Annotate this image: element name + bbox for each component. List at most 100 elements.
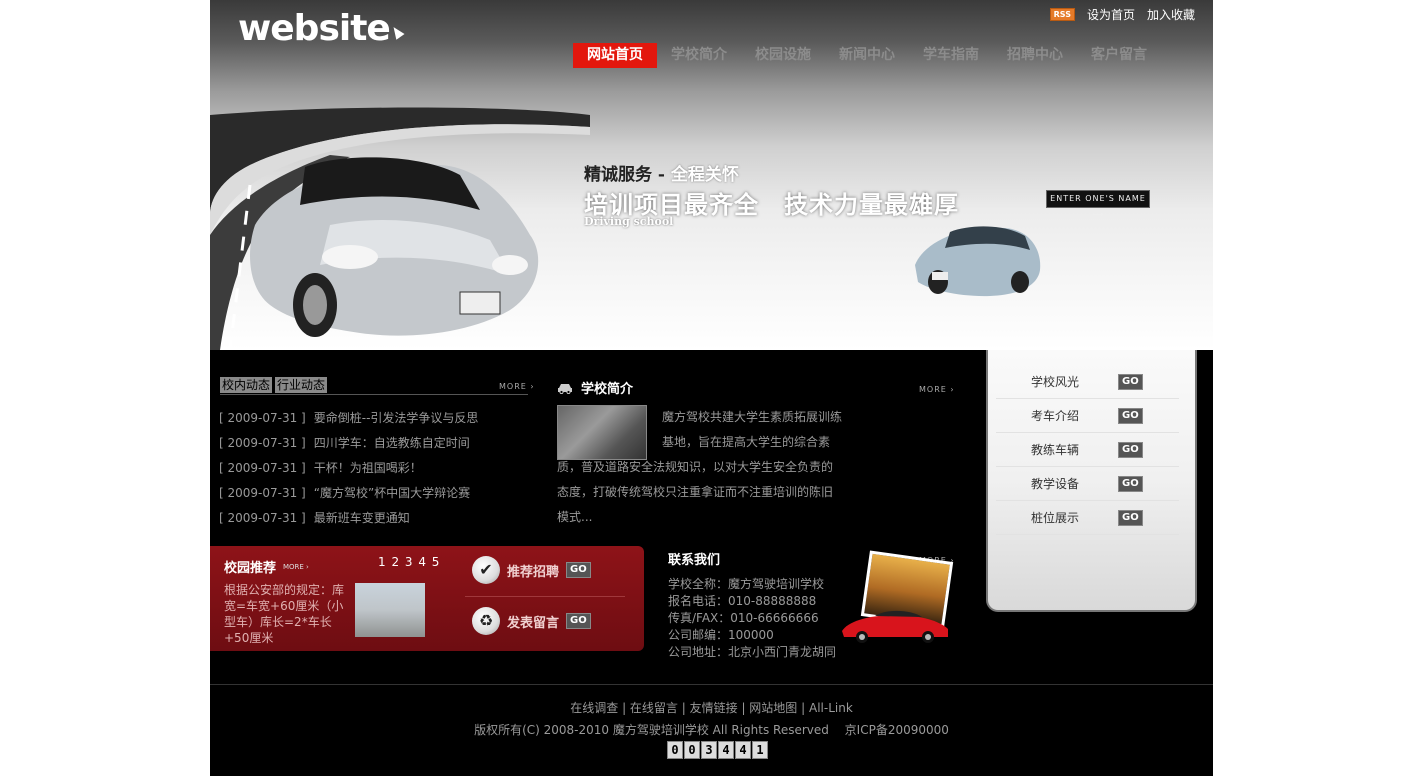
recommend-title: 校园推荐	[224, 561, 277, 576]
right-menu-label: 教学设备	[1031, 477, 1080, 491]
right-menu-item[interactable]: 考车介绍 GO	[996, 399, 1179, 433]
counter-digit: 3	[701, 741, 717, 759]
nav-item-home[interactable]: 网站首页	[573, 43, 657, 68]
footer-divider	[210, 684, 1213, 685]
recommend-pagination[interactable]: 1 2 3 4 5	[378, 555, 440, 569]
news-date: [ 2009-07-31 ]	[219, 486, 306, 500]
list-item[interactable]: [ 2009-07-31 ] 干杯！为祖国喝彩！	[219, 459, 478, 484]
site-logo[interactable]: website	[238, 8, 405, 49]
rss-icon[interactable]: RSS	[1049, 8, 1075, 21]
recommend-text: 根据公安部的规定：库宽=车宽+60厘米（小型车）库长=2*车长+50厘米	[224, 583, 345, 645]
recommend-jobs-label: 推荐招聘	[507, 564, 560, 580]
slogan-light: 全程关怀	[670, 165, 739, 185]
top-links: RSS 设为首页 加入收藏	[1049, 6, 1195, 23]
post-message-label: 发表留言	[507, 615, 560, 631]
contact-address: 公司地址：北京小西门青龙胡同	[668, 645, 837, 659]
news-date: [ 2009-07-31 ]	[219, 436, 306, 450]
nav-item-jobs[interactable]: 招聘中心	[993, 43, 1077, 68]
recommend-box: 校园推荐 MORE › 1 2 3 4 5 根据公安部的规定：库宽=车宽+60厘…	[210, 546, 644, 651]
news-title: 四川学车：自选教练自定时间	[313, 436, 470, 450]
contact-title: 联系我们	[668, 553, 721, 568]
news-date: [ 2009-07-31 ]	[219, 511, 306, 525]
recycle-icon: ♻	[472, 607, 500, 635]
right-menu-label: 考车介绍	[1031, 409, 1080, 423]
nav-item-about[interactable]: 学校简介	[657, 43, 741, 68]
footer-link-friends[interactable]: 友情链接	[690, 701, 738, 715]
set-home-link[interactable]: 设为首页	[1087, 6, 1135, 23]
contact-phone: 报名电话：010-88888888	[668, 594, 817, 608]
tab-campus-news[interactable]: 校内动态	[220, 377, 273, 393]
check-icon: ✔	[472, 556, 500, 584]
right-menu-label: 教练车辆	[1031, 443, 1080, 457]
list-item[interactable]: [ 2009-07-31 ] 最新班车变更通知	[219, 509, 478, 534]
tab-industry-news[interactable]: 行业动态	[275, 377, 328, 393]
logo-text: website	[238, 8, 391, 49]
enter-button[interactable]: ENTER ONE'S NAME ⟶	[1046, 190, 1150, 219]
counter-digit: 1	[752, 741, 768, 759]
contact-info: 学校全称：魔方驾驶培训学校 报名电话：010-88888888 传真/FAX：0…	[668, 576, 836, 661]
news-date: [ 2009-07-31 ]	[219, 461, 306, 475]
go-button[interactable]: GO	[1118, 475, 1143, 492]
add-favorite-link[interactable]: 加入收藏	[1147, 6, 1195, 23]
post-message-button[interactable]: ♻ 发表留言 GO	[472, 607, 591, 635]
list-item[interactable]: [ 2009-07-31 ] 四川学车：自选教练自定时间	[219, 434, 478, 459]
go-button[interactable]: GO	[1118, 441, 1143, 458]
right-menu-label: 桩位展示	[1031, 511, 1080, 525]
small-car-illustration	[915, 226, 1041, 297]
nav-item-guide[interactable]: 学车指南	[909, 43, 993, 68]
go-button[interactable]: GO	[566, 613, 591, 629]
contact-school-name: 学校全称：魔方驾驶培训学校	[668, 577, 825, 591]
news-list: [ 2009-07-31 ] 要命倒桩--引发法学争议与反思 [ 2009-07-…	[219, 409, 478, 534]
page: website RSS 设为首页 加入收藏 网站首页 学校简介 校园设施 新闻中…	[210, 0, 1213, 776]
footer-link-survey[interactable]: 在线调查	[570, 701, 618, 715]
footer-link-message[interactable]: 在线留言	[630, 701, 678, 715]
go-button[interactable]: GO	[1118, 373, 1143, 390]
about-image[interactable]	[557, 405, 647, 460]
recommend-divider	[465, 596, 625, 597]
news-title: 要命倒桩--引发法学争议与反思	[313, 411, 479, 425]
recommend-more-link[interactable]: MORE ›	[283, 563, 309, 571]
recommend-image[interactable]	[355, 583, 425, 637]
recommend-jobs-button[interactable]: ✔ 推荐招聘 GO	[472, 556, 591, 584]
footer-links: 在线调查 | 在线留言 | 友情链接 | 网站地图 | All-Link	[570, 701, 853, 715]
right-menu-panel: 学校风光 GO 考车介绍 GO 教练车辆 GO 教学设备 GO 桩位展示 GO	[986, 350, 1197, 612]
right-menu-item[interactable]: 教练车辆 GO	[996, 433, 1179, 467]
go-button[interactable]: GO	[1118, 509, 1143, 526]
right-menu-item[interactable]: 学校风光 GO	[996, 365, 1179, 399]
nav-item-news[interactable]: 新闻中心	[825, 43, 909, 68]
about-title-text: 学校简介	[581, 382, 634, 397]
right-menu: 学校风光 GO 考车介绍 GO 教练车辆 GO 教学设备 GO 桩位展示 GO	[996, 365, 1179, 535]
right-menu-item[interactable]: 教学设备 GO	[996, 467, 1179, 501]
news-date: [ 2009-07-31 ]	[219, 411, 306, 425]
car-icon	[558, 383, 572, 394]
nav-item-facilities[interactable]: 校园设施	[741, 43, 825, 68]
news-title: 干杯！为祖国喝彩！	[313, 461, 422, 475]
cursor-icon	[389, 24, 405, 40]
visit-counter: 0 0 3 4 4 1	[667, 741, 768, 759]
news-tabs: 校内动态 行业动态	[220, 377, 328, 393]
list-item[interactable]: [ 2009-07-31 ] “魔方驾校”杯中国大学辩论赛	[219, 484, 478, 509]
car-road-illustration	[210, 107, 590, 350]
nav-item-messages[interactable]: 客户留言	[1077, 43, 1161, 68]
banner-slogan: 精诚服务 - 全程关怀	[584, 160, 739, 185]
copyright: 版权所有(C) 2008-2010 魔方驾驶培训学校 All Rights Re…	[474, 723, 949, 737]
counter-digit: 0	[684, 741, 700, 759]
right-menu-item[interactable]: 桩位展示 GO	[996, 501, 1179, 535]
list-item[interactable]: [ 2009-07-31 ] 要命倒桩--引发法学争议与反思	[219, 409, 478, 434]
footer-link-all[interactable]: All-Link	[809, 701, 853, 715]
main-nav: 网站首页 学校简介 校园设施 新闻中心 学车指南 招聘中心 客户留言	[573, 43, 1161, 68]
contact-zip: 公司邮编：100000	[668, 628, 774, 642]
right-menu-label: 学校风光	[1031, 375, 1080, 389]
about-section-title: 学校简介	[557, 378, 633, 397]
news-tab-divider	[220, 394, 528, 395]
red-car-illustration	[842, 610, 948, 643]
news-title: “魔方驾校”杯中国大学辩论赛	[313, 486, 471, 500]
about-more-link[interactable]: MORE ›	[919, 385, 955, 394]
news-title: 最新班车变更通知	[313, 511, 410, 525]
news-more-link[interactable]: MORE ›	[499, 382, 535, 391]
counter-digit: 4	[735, 741, 751, 759]
go-button[interactable]: GO	[1118, 407, 1143, 424]
footer-link-sitemap[interactable]: 网站地图	[749, 701, 797, 715]
go-button[interactable]: GO	[566, 562, 591, 578]
counter-digit: 0	[667, 741, 683, 759]
